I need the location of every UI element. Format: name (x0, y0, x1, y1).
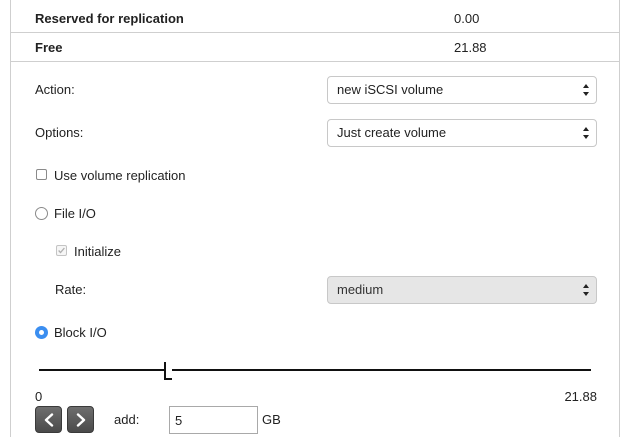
decrease-button[interactable] (35, 406, 62, 433)
use-replication-label: Use volume replication (54, 168, 186, 183)
add-label: add: (114, 412, 140, 427)
size-slider-handle[interactable] (164, 362, 173, 380)
block-io-radio[interactable] (35, 326, 48, 339)
checkmark-icon (58, 247, 65, 254)
initialize-label: Initialize (74, 244, 121, 259)
free-row: Free 21.88 (11, 33, 619, 62)
use-replication-checkbox[interactable] (36, 169, 47, 180)
initialize-checkbox[interactable] (56, 245, 67, 256)
rate-select[interactable]: medium (327, 276, 597, 304)
increase-button[interactable] (67, 406, 94, 433)
action-select[interactable]: new iSCSI volume (327, 76, 597, 104)
file-io-label: File I/O (54, 206, 96, 221)
rate-label: Rate: (55, 282, 87, 297)
volume-create-panel: Reserved for replication 0.00 Free 21.88… (10, 0, 620, 437)
block-io-label: Block I/O (54, 325, 107, 340)
free-label: Free (35, 40, 63, 55)
reserved-row: Reserved for replication 0.00 (11, 0, 619, 33)
slider-max-label: 21.88 (564, 389, 597, 404)
free-value: 21.88 (454, 40, 487, 55)
updown-arrows-icon (583, 84, 589, 96)
updown-arrows-icon (583, 284, 589, 296)
options-label: Options: (35, 125, 84, 140)
options-select[interactable]: Just create volume (327, 119, 597, 147)
action-label: Action: (35, 82, 75, 97)
chevron-right-icon (76, 413, 86, 427)
reserved-label: Reserved for replication (35, 11, 184, 26)
chevron-left-icon (44, 413, 54, 427)
slider-min-label: 0 (35, 389, 43, 404)
reserved-value: 0.00 (454, 11, 480, 26)
size-slider-track[interactable] (39, 369, 591, 371)
add-amount-input[interactable] (169, 406, 258, 434)
updown-arrows-icon (583, 127, 589, 139)
action-select-value: new iSCSI volume (337, 82, 444, 97)
rate-select-value: medium (337, 282, 384, 297)
file-io-radio[interactable] (35, 207, 48, 220)
options-select-value: Just create volume (337, 125, 447, 140)
unit-label: GB (262, 412, 281, 427)
